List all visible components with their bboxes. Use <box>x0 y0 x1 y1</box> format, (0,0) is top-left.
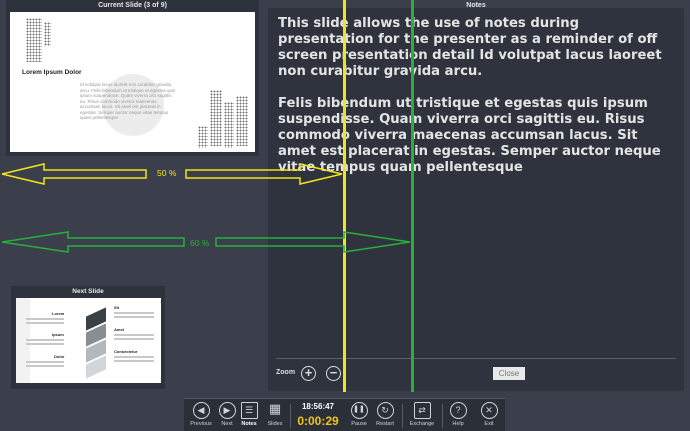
text-line <box>114 334 154 336</box>
help-label: Help <box>452 421 464 427</box>
next-label-amet: Amet <box>114 327 125 332</box>
decorative-band <box>16 298 30 383</box>
restart-label: Restart <box>376 421 394 427</box>
current-slide-preview[interactable]: Lorem Ipsum Dolor Id volutpat lacus laor… <box>10 12 255 152</box>
notes-divider <box>276 358 676 359</box>
green-percent-label: 60 % <box>190 238 210 248</box>
dot-pattern <box>210 90 222 146</box>
text-line <box>114 356 154 358</box>
exit-button[interactable]: ✕ Exit <box>472 402 506 427</box>
dot-pattern <box>224 102 234 148</box>
close-button[interactable]: Close <box>493 367 525 380</box>
restart-button[interactable]: ↻ Restart <box>368 402 402 427</box>
current-slide-panel: Current Slide (3 of 9) Lorem Ipsum Dolor… <box>6 0 259 156</box>
annotation-arrows <box>215 231 411 253</box>
current-slide-title: Current Slide (3 of 9) <box>98 2 167 9</box>
toolbar-divider <box>402 404 403 428</box>
yellow-arrow-left <box>1 163 147 185</box>
next-label-dolor: Dolor <box>54 354 65 359</box>
dot-pattern <box>236 96 248 146</box>
clock-display: 18:56:47 <box>301 402 335 411</box>
next-slide-panel: Next Slide Lorem Ipsum Dolor Sit Amet Co… <box>11 286 165 389</box>
text-line <box>26 318 64 320</box>
exchange-label: Exchange <box>409 421 435 427</box>
exit-label: Exit <box>484 421 494 427</box>
dot-pattern <box>44 22 51 46</box>
text-line <box>114 312 154 314</box>
text-line <box>26 361 64 363</box>
elapsed-timer: 0:00:29 <box>297 414 339 428</box>
next-slide-title: Next Slide <box>72 288 104 295</box>
presenter-toolbar: ◀ Previous ▶ Next ☰ Notes ▦ Slides 18:56… <box>184 398 505 431</box>
next-label-consectetur: Consectetur <box>114 349 138 354</box>
pause-icon: ❚❚ <box>350 402 368 419</box>
slides-label: Slides <box>267 421 283 427</box>
yellow-percent-label: 50 % <box>157 168 177 178</box>
next-label-lorem: Lorem <box>52 311 65 316</box>
text-line <box>26 343 64 345</box>
previous-icon: ◀ <box>192 402 210 419</box>
slides-button[interactable]: ▦ Slides <box>258 401 292 428</box>
text-line <box>114 338 154 340</box>
text-line <box>26 339 64 341</box>
next-label-ipsum: Ipsum <box>52 332 64 337</box>
notes-paragraph: This slide allows the use of notes durin… <box>278 16 662 79</box>
help-icon: ? <box>449 402 467 419</box>
zoom-out-icon[interactable]: − <box>326 366 341 381</box>
restart-icon: ↻ <box>376 402 394 419</box>
exchange-icon: ⇄ <box>413 402 431 419</box>
exchange-button[interactable]: ⇄ Exchange <box>405 402 439 427</box>
notes-icon: ☰ <box>240 402 258 419</box>
next-slide-preview[interactable]: Lorem Ipsum Dolor Sit Amet Consectetur <box>16 298 161 383</box>
zoom-in-icon[interactable]: + <box>301 366 316 381</box>
dot-pattern <box>198 126 208 148</box>
yellow-arrow-right <box>185 163 343 185</box>
slide-heading: Lorem Ipsum Dolor <box>22 69 82 76</box>
text-line <box>26 322 64 324</box>
slides-grid-icon: ▦ <box>268 401 282 416</box>
help-button[interactable]: ? Help <box>441 402 475 427</box>
text-line <box>26 365 64 367</box>
next-label-sit: Sit <box>114 305 120 310</box>
dot-pattern <box>26 18 42 62</box>
green-arrow-right <box>215 231 411 253</box>
green-guide-line <box>411 0 414 392</box>
text-line <box>114 316 154 318</box>
exit-icon: ✕ <box>480 402 498 419</box>
text-line <box>114 360 154 362</box>
slide-body-text: Id volutpat lacus laoreet non curabitur … <box>80 82 176 120</box>
zoom-label: Zoom <box>276 369 296 376</box>
green-arrow-left <box>1 231 185 253</box>
